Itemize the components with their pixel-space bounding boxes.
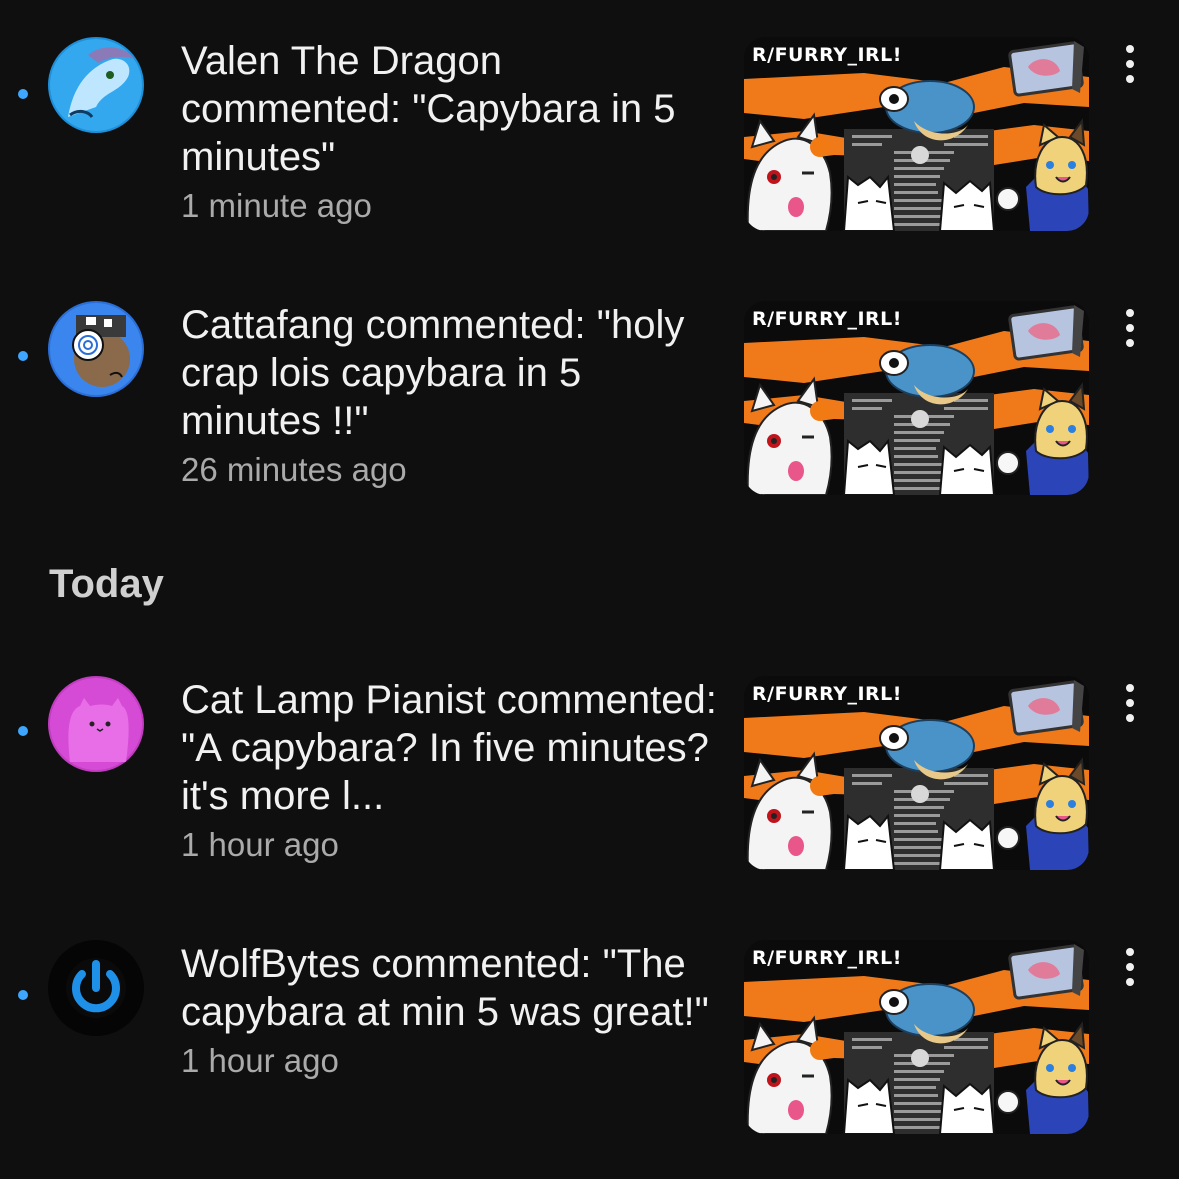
more-dot bbox=[1126, 948, 1134, 956]
more-options-button[interactable] bbox=[1110, 39, 1150, 89]
video-thumbnail[interactable]: R/FURRY_IRL! bbox=[744, 301, 1089, 495]
thumbnail-title: R/FURRY_IRL! bbox=[752, 308, 902, 330]
avatar[interactable] bbox=[48, 676, 144, 772]
more-dot bbox=[1126, 60, 1134, 68]
more-options-button[interactable] bbox=[1110, 678, 1150, 728]
more-dot bbox=[1126, 45, 1134, 53]
notification-time: 1 minute ago bbox=[181, 187, 372, 224]
dragon-avatar-icon bbox=[48, 37, 144, 133]
notification-time: 1 hour ago bbox=[181, 1042, 339, 1079]
thumbnail-title: R/FURRY_IRL! bbox=[752, 947, 902, 969]
video-thumbnail-image: R/FURRY_IRL! bbox=[744, 301, 1089, 495]
notification-text[interactable]: Valen The Dragon commented: "Capybara in… bbox=[181, 37, 726, 229]
more-dot bbox=[1126, 963, 1134, 971]
video-thumbnail-image: R/FURRY_IRL! bbox=[744, 676, 1089, 870]
notification-item[interactable]: Cat Lamp Pianist commented: "A capybara?… bbox=[0, 676, 1179, 886]
more-dot bbox=[1126, 324, 1134, 332]
thumbnail-title: R/FURRY_IRL! bbox=[752, 44, 902, 66]
more-dot bbox=[1126, 309, 1134, 317]
notification-item[interactable]: Valen The Dragon commented: "Capybara in… bbox=[0, 36, 1179, 246]
notification-message: Cattafang commented: "holy crap lois cap… bbox=[181, 303, 685, 443]
more-dot bbox=[1126, 978, 1134, 986]
notification-message: Cat Lamp Pianist commented: "A capybara?… bbox=[181, 678, 717, 818]
unread-dot bbox=[18, 89, 28, 99]
unread-dot bbox=[18, 726, 28, 736]
more-options-button[interactable] bbox=[1110, 942, 1150, 992]
notification-time: 1 hour ago bbox=[181, 826, 339, 863]
video-thumbnail[interactable]: R/FURRY_IRL! bbox=[744, 37, 1089, 231]
notification-text[interactable]: Cat Lamp Pianist commented: "A capybara?… bbox=[181, 676, 726, 868]
notification-text[interactable]: Cattafang commented: "holy crap lois cap… bbox=[181, 301, 726, 493]
cartoon-face-avatar-icon bbox=[48, 301, 144, 397]
more-dot bbox=[1126, 75, 1134, 83]
notification-message: Valen The Dragon commented: "Capybara in… bbox=[181, 39, 676, 179]
unread-dot bbox=[18, 990, 28, 1000]
video-thumbnail[interactable]: R/FURRY_IRL! bbox=[744, 676, 1089, 870]
notification-text[interactable]: WolfBytes commented: "The capybara at mi… bbox=[181, 940, 726, 1084]
video-thumbnail[interactable]: R/FURRY_IRL! bbox=[744, 940, 1089, 1134]
notification-time: 26 minutes ago bbox=[181, 451, 407, 488]
notification-item[interactable]: WolfBytes commented: "The capybara at mi… bbox=[0, 940, 1179, 1150]
more-options-button[interactable] bbox=[1110, 303, 1150, 353]
more-dot bbox=[1126, 339, 1134, 347]
avatar[interactable] bbox=[48, 940, 144, 1036]
avatar[interactable] bbox=[48, 37, 144, 133]
more-dot bbox=[1126, 684, 1134, 692]
section-header-today: Today bbox=[49, 562, 164, 606]
thumbnail-title: R/FURRY_IRL! bbox=[752, 683, 902, 705]
unread-dot bbox=[18, 351, 28, 361]
notification-message: WolfBytes commented: "The capybara at mi… bbox=[181, 942, 709, 1034]
more-dot bbox=[1126, 699, 1134, 707]
cat-lamp-avatar-icon bbox=[48, 676, 144, 772]
video-thumbnail-image: R/FURRY_IRL! bbox=[744, 940, 1089, 1134]
power-icon bbox=[48, 940, 144, 1036]
video-thumbnail-image: R/FURRY_IRL! bbox=[744, 37, 1089, 231]
avatar[interactable] bbox=[48, 301, 144, 397]
notification-item[interactable]: Cattafang commented: "holy crap lois cap… bbox=[0, 300, 1179, 510]
more-dot bbox=[1126, 714, 1134, 722]
